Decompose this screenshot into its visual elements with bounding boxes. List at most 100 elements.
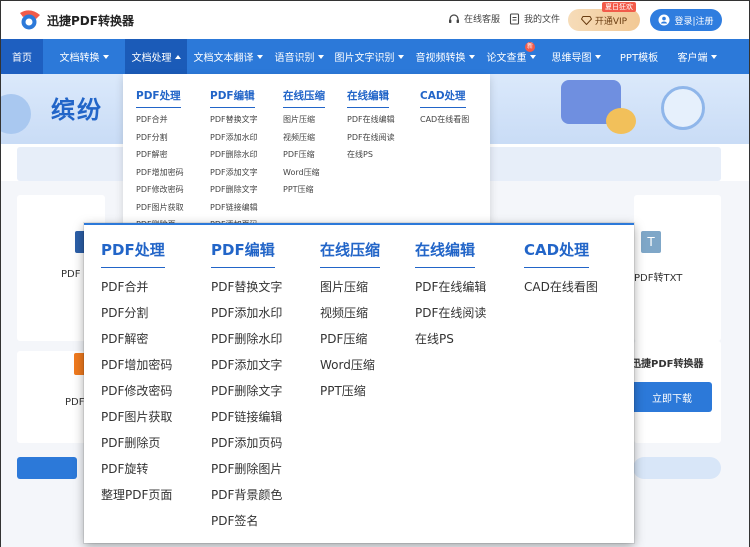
menu-item[interactable]: PDF添加水印 <box>210 129 258 147</box>
menu-column-title: CAD处理 <box>420 88 466 108</box>
banner-decoration <box>606 108 636 134</box>
menu-item[interactable]: PDF旋转 <box>101 456 172 482</box>
chevron-down-icon <box>102 54 109 59</box>
menu-item[interactable]: PDF删除图片 <box>211 456 282 482</box>
menu-item[interactable]: PDF合并 <box>136 111 184 129</box>
menu-item[interactable]: PDF添加文字 <box>210 164 258 182</box>
menu-item[interactable]: PDF链接编辑 <box>210 199 258 217</box>
menu-item[interactable]: 图片压缩 <box>283 111 325 129</box>
menu-item[interactable]: PDF背景颜色 <box>211 482 282 508</box>
chevron-down-icon <box>594 54 601 59</box>
nav-item-ocr[interactable]: 图片文字识别 <box>329 39 409 74</box>
nav-label: 思维导图 <box>551 53 592 64</box>
menu-item[interactable]: PDF压缩 <box>320 326 380 352</box>
nav-label: 语音识别 <box>274 53 315 64</box>
open-vip-button[interactable]: 开通VIP <box>568 9 640 31</box>
nav-label: PPT模板 <box>619 53 659 64</box>
menu-item[interactable]: 在线PS <box>415 326 486 352</box>
chevron-down-icon <box>397 54 404 59</box>
menu-item[interactable]: PDF解密 <box>136 146 184 164</box>
nav-item-translate[interactable]: 文档文本翻译 <box>187 39 269 74</box>
nav-item-home[interactable]: 首页 <box>1 39 43 74</box>
menu-item[interactable]: PDF删除文字 <box>210 181 258 199</box>
banner-title: 缤纷 <box>51 96 103 124</box>
menu-item[interactable]: PDF删除水印 <box>210 146 258 164</box>
menu-item[interactable]: PDF添加页码 <box>211 430 282 456</box>
menu-item[interactable]: Word压缩 <box>283 164 325 182</box>
nav-label: 文档文本翻译 <box>193 53 254 64</box>
menu-item[interactable]: PDF在线阅读 <box>415 300 486 326</box>
online-service-link[interactable]: 在线客服 <box>448 12 500 25</box>
nav-item-av-convert[interactable]: 音视频转换 <box>409 39 481 74</box>
menu-item[interactable]: PDF合并 <box>101 274 172 300</box>
new-badge: 新 <box>525 42 535 52</box>
menu-item[interactable]: PDF修改密码 <box>101 378 172 404</box>
nav-item-speech[interactable]: 语音识别 <box>269 39 329 74</box>
menu-item[interactable]: PDF在线编辑 <box>347 111 395 129</box>
menu-item[interactable]: PDF图片获取 <box>101 404 172 430</box>
menu-item[interactable]: 在线PS <box>347 146 395 164</box>
menu-item[interactable]: PDF在线阅读 <box>347 129 395 147</box>
menu-item[interactable]: PDF增加密码 <box>136 164 184 182</box>
nav-item-ppt-template[interactable]: PPT模板 <box>611 39 667 74</box>
menu-item[interactable]: PDF替换文字 <box>211 274 282 300</box>
menu-item[interactable]: 整理PDF页面 <box>101 482 172 508</box>
login-label: 登录|注册 <box>674 16 714 27</box>
download-button[interactable]: 立即下载 <box>630 382 712 412</box>
menu-item[interactable]: PDF删除页 <box>101 430 172 456</box>
nav-item-doc-process[interactable]: 文档处理 <box>125 39 187 74</box>
menu-item[interactable]: PDF压缩 <box>283 146 325 164</box>
menu-item[interactable]: PDF删除水印 <box>211 326 282 352</box>
menu-item[interactable]: Word压缩 <box>320 352 380 378</box>
menu-column-cad-process: CAD处理 CAD在线看图 <box>524 239 598 300</box>
chevron-down-icon <box>468 54 475 59</box>
menu-item[interactable]: PDF签名 <box>211 508 282 534</box>
banner-decoration <box>1 94 31 134</box>
my-files-link[interactable]: 我的文件 <box>509 12 560 25</box>
menu-item[interactable]: PDF删除文字 <box>211 378 282 404</box>
login-register-button[interactable]: 登录|注册 <box>650 9 722 31</box>
logo-icon <box>20 10 40 30</box>
menu-column-title: PDF处理 <box>101 239 165 268</box>
nav-label: 音视频转换 <box>415 53 466 64</box>
menu-item[interactable]: PDF添加文字 <box>211 352 282 378</box>
menu-item[interactable]: PDF链接编辑 <box>211 404 282 430</box>
menu-item[interactable]: PDF替换文字 <box>210 111 258 129</box>
doc-process-dropdown: PDF处理 PDF合并 PDF分割 PDF解密 PDF增加密码 PDF修改密码 … <box>123 74 490 229</box>
nav-item-client[interactable]: 客户端 <box>667 39 727 74</box>
menu-item[interactable]: PPT压缩 <box>283 181 325 199</box>
nav-item-mindmap[interactable]: 思维导图 <box>541 39 611 74</box>
tool-card[interactable] <box>634 195 721 341</box>
menu-item[interactable]: PDF解密 <box>101 326 172 352</box>
menu-column-online-edit: 在线编辑 PDF在线编辑 PDF在线阅读 在线PS <box>347 84 395 164</box>
menu-item[interactable]: 视频压缩 <box>283 129 325 147</box>
menu-item[interactable]: PDF修改密码 <box>136 181 184 199</box>
header: 迅捷PDF转换器 在线客服 我的文件 开通VIP 夏日狂欢 登录|注册 <box>1 1 749 39</box>
menu-column-title: CAD处理 <box>524 239 590 268</box>
menu-item[interactable]: CAD在线看图 <box>420 111 469 129</box>
menu-column-pdf-edit: PDF编辑 PDF替换文字 PDF添加水印 PDF删除水印 PDF添加文字 PD… <box>210 84 258 234</box>
main-nav: 首页 文档转换 文档处理 文档文本翻译 语音识别 图片文字识别 音视频转换 论文… <box>1 39 749 74</box>
tool-card-label: PDF <box>61 269 81 280</box>
nav-item-plagiarism[interactable]: 论文查重 新 <box>481 39 541 74</box>
menu-item[interactable]: PDF图片获取 <box>136 199 184 217</box>
menu-item[interactable]: PDF分割 <box>101 300 172 326</box>
menu-item[interactable]: PDF添加水印 <box>211 300 282 326</box>
summer-promo-badge: 夏日狂欢 <box>602 2 636 12</box>
app-name: 迅捷PDF转换器 <box>47 13 134 28</box>
nav-label: 论文查重 <box>486 53 527 64</box>
menu-column-online-compress: 在线压缩 图片压缩 视频压缩 PDF压缩 Word压缩 PPT压缩 <box>283 84 325 199</box>
tool-card-label: PDF转TXT <box>634 273 683 284</box>
menu-item[interactable]: PDF分割 <box>136 129 184 147</box>
nav-item-doc-convert[interactable]: 文档转换 <box>43 39 125 74</box>
menu-item[interactable]: PPT压缩 <box>320 378 380 404</box>
menu-column-online-edit: 在线编辑 PDF在线编辑 PDF在线阅读 在线PS <box>415 239 486 352</box>
background-pill <box>633 457 721 479</box>
logo[interactable]: 迅捷PDF转换器 <box>17 9 134 31</box>
menu-item[interactable]: CAD在线看图 <box>524 274 598 300</box>
menu-item[interactable]: 图片压缩 <box>320 274 380 300</box>
menu-column-title: 在线编辑 <box>415 239 476 268</box>
menu-item[interactable]: PDF增加密码 <box>101 352 172 378</box>
menu-item[interactable]: PDF在线编辑 <box>415 274 486 300</box>
menu-item[interactable]: 视频压缩 <box>320 300 380 326</box>
